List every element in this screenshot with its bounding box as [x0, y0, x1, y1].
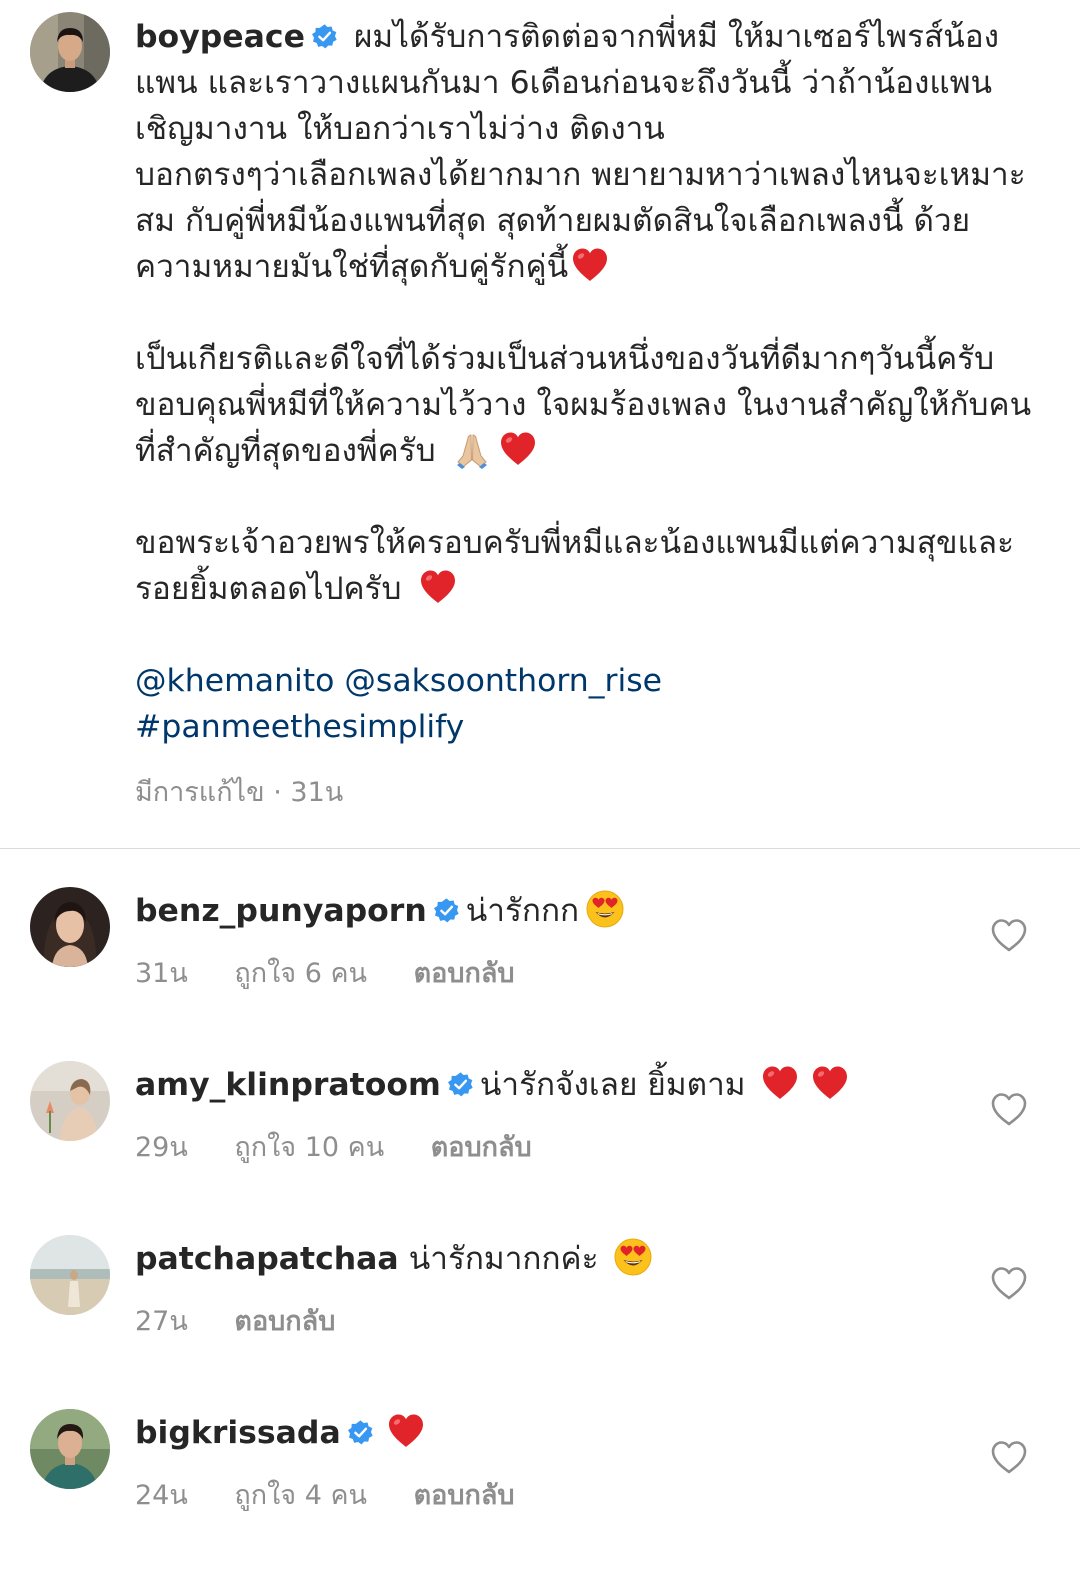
commenter-avatar[interactable]: [30, 1409, 110, 1489]
like-comment-button[interactable]: [990, 1439, 1028, 1475]
like-comment-button[interactable]: [990, 1265, 1028, 1301]
red-heart-emoji-icon: [760, 1063, 800, 1103]
comment-item: benz_punyaporn น่ารักกก 31น ถูกใจ 6 คน ตอ…: [0, 887, 1080, 1057]
comment-body: น่ารักจังเลย ยิ้มตาม: [479, 1067, 746, 1103]
section-divider: [0, 848, 1080, 849]
comment-likes-count[interactable]: ถูกใจ 10 คน: [234, 1132, 384, 1163]
red-heart-emoji-icon: [498, 429, 538, 469]
comment-text-line: patchapatchaa น่ารักมากกค่ะ: [135, 1237, 955, 1281]
comment-item: amy_klinpratoom น่ารักจังเลย ยิ้มตาม 29น …: [0, 1061, 1080, 1231]
heart-eyes-emoji-icon: [585, 889, 625, 929]
post-author-avatar[interactable]: [30, 12, 110, 92]
post-time: 31น: [290, 777, 344, 808]
commenter-username[interactable]: bigkrissada: [135, 1415, 341, 1451]
comment-body: น่ารักมากกค่ะ: [408, 1241, 599, 1277]
reply-button[interactable]: ตอบกลับ: [414, 1480, 515, 1511]
meta-separator: ·: [273, 777, 282, 808]
like-comment-button[interactable]: [990, 1091, 1028, 1127]
comment-text-line: amy_klinpratoom น่ารักจังเลย ยิ้มตาม: [135, 1063, 955, 1107]
comment-likes-count[interactable]: ถูกใจ 4 คน: [234, 1480, 367, 1511]
heart-outline-icon: [990, 917, 1028, 953]
commenter-username[interactable]: amy_klinpratoom: [135, 1067, 441, 1103]
folded-hands-emoji-icon: [452, 429, 492, 469]
reply-button[interactable]: ตอบกลับ: [234, 1306, 335, 1337]
edited-label: มีการแก้ไข: [135, 777, 265, 808]
red-heart-emoji-icon: [570, 245, 610, 285]
comment-meta: 24น ถูกใจ 4 คน ตอบกลับ: [135, 1473, 553, 1516]
comment-meta: 29น ถูกใจ 10 คน ตอบกลับ: [135, 1125, 570, 1168]
commenter-avatar[interactable]: [30, 1235, 110, 1315]
verified-badge-icon: [347, 1419, 374, 1446]
comment-meta: 27น ตอบกลับ: [135, 1299, 373, 1342]
post-meta: มีการแก้ไข · 31น: [135, 770, 343, 813]
red-heart-emoji-icon: [386, 1411, 426, 1451]
comment-time: 27น: [135, 1306, 188, 1337]
heart-eyes-emoji-icon: [613, 1237, 653, 1277]
heart-outline-icon: [990, 1439, 1028, 1475]
caption-paragraph-1: boypeace ผมได้รับการติดต่อจากพี่หมี ให้ม…: [135, 14, 1040, 152]
like-comment-button[interactable]: [990, 917, 1028, 953]
post-caption: boypeace ผมได้รับการติดต่อจากพี่หมี ให้ม…: [135, 14, 1040, 750]
verified-badge-icon: [433, 897, 460, 924]
commenter-username[interactable]: benz_punyaporn: [135, 893, 427, 929]
caption-text: เป็นเกียรติและดีใจที่ได้ร่วมเป็นส่วนหนึ่…: [135, 341, 1032, 469]
heart-outline-icon: [990, 1265, 1028, 1301]
comment-time: 29น: [135, 1132, 188, 1163]
caption-mentions[interactable]: @khemanito @saksoonthorn_rise: [135, 658, 1040, 704]
comment-item: patchapatchaa น่ารักมากกค่ะ 27น ตอบกลับ: [0, 1235, 1080, 1405]
comment-likes-count[interactable]: ถูกใจ 6 คน: [234, 958, 367, 989]
verified-badge-icon: [447, 1071, 474, 1098]
reply-button[interactable]: ตอบกลับ: [414, 958, 515, 989]
red-heart-emoji-icon: [810, 1063, 850, 1103]
commenter-avatar[interactable]: [30, 1061, 110, 1141]
comment-item: bigkrissada 24น ถูกใจ 4 คน ตอบกลับ: [0, 1409, 1080, 1579]
post-author-username[interactable]: boypeace: [135, 19, 305, 55]
caption-paragraph-2: บอกตรงๆว่าเลือกเพลงได้ยากมาก พยายามหาว่า…: [135, 152, 1040, 290]
heart-outline-icon: [990, 1091, 1028, 1127]
caption-hashtag[interactable]: #panmeethesimplify: [135, 704, 1040, 750]
comment-text-line: bigkrissada: [135, 1411, 955, 1455]
post-caption-section: boypeace ผมได้รับการติดต่อจากพี่หมี ให้ม…: [0, 0, 1080, 848]
red-heart-emoji-icon: [418, 567, 458, 607]
caption-text: ขอพระเจ้าอวยพรให้ครอบครับพี่หมีและน้องแพ…: [135, 525, 1015, 607]
commenter-username[interactable]: patchapatchaa: [135, 1241, 399, 1277]
caption-paragraph-4: ขอพระเจ้าอวยพรให้ครอบครับพี่หมีและน้องแพ…: [135, 520, 1040, 612]
reply-button[interactable]: ตอบกลับ: [431, 1132, 532, 1163]
comment-time: 31น: [135, 958, 188, 989]
comment-time: 24น: [135, 1480, 188, 1511]
comment-body: น่ารักกก: [465, 893, 580, 929]
commenter-avatar[interactable]: [30, 887, 110, 967]
caption-paragraph-3: เป็นเกียรติและดีใจที่ได้ร่วมเป็นส่วนหนึ่…: [135, 336, 1040, 474]
verified-badge-icon: [311, 23, 338, 50]
comment-text-line: benz_punyaporn น่ารักกก: [135, 889, 955, 933]
comment-meta: 31น ถูกใจ 6 คน ตอบกลับ: [135, 951, 553, 994]
